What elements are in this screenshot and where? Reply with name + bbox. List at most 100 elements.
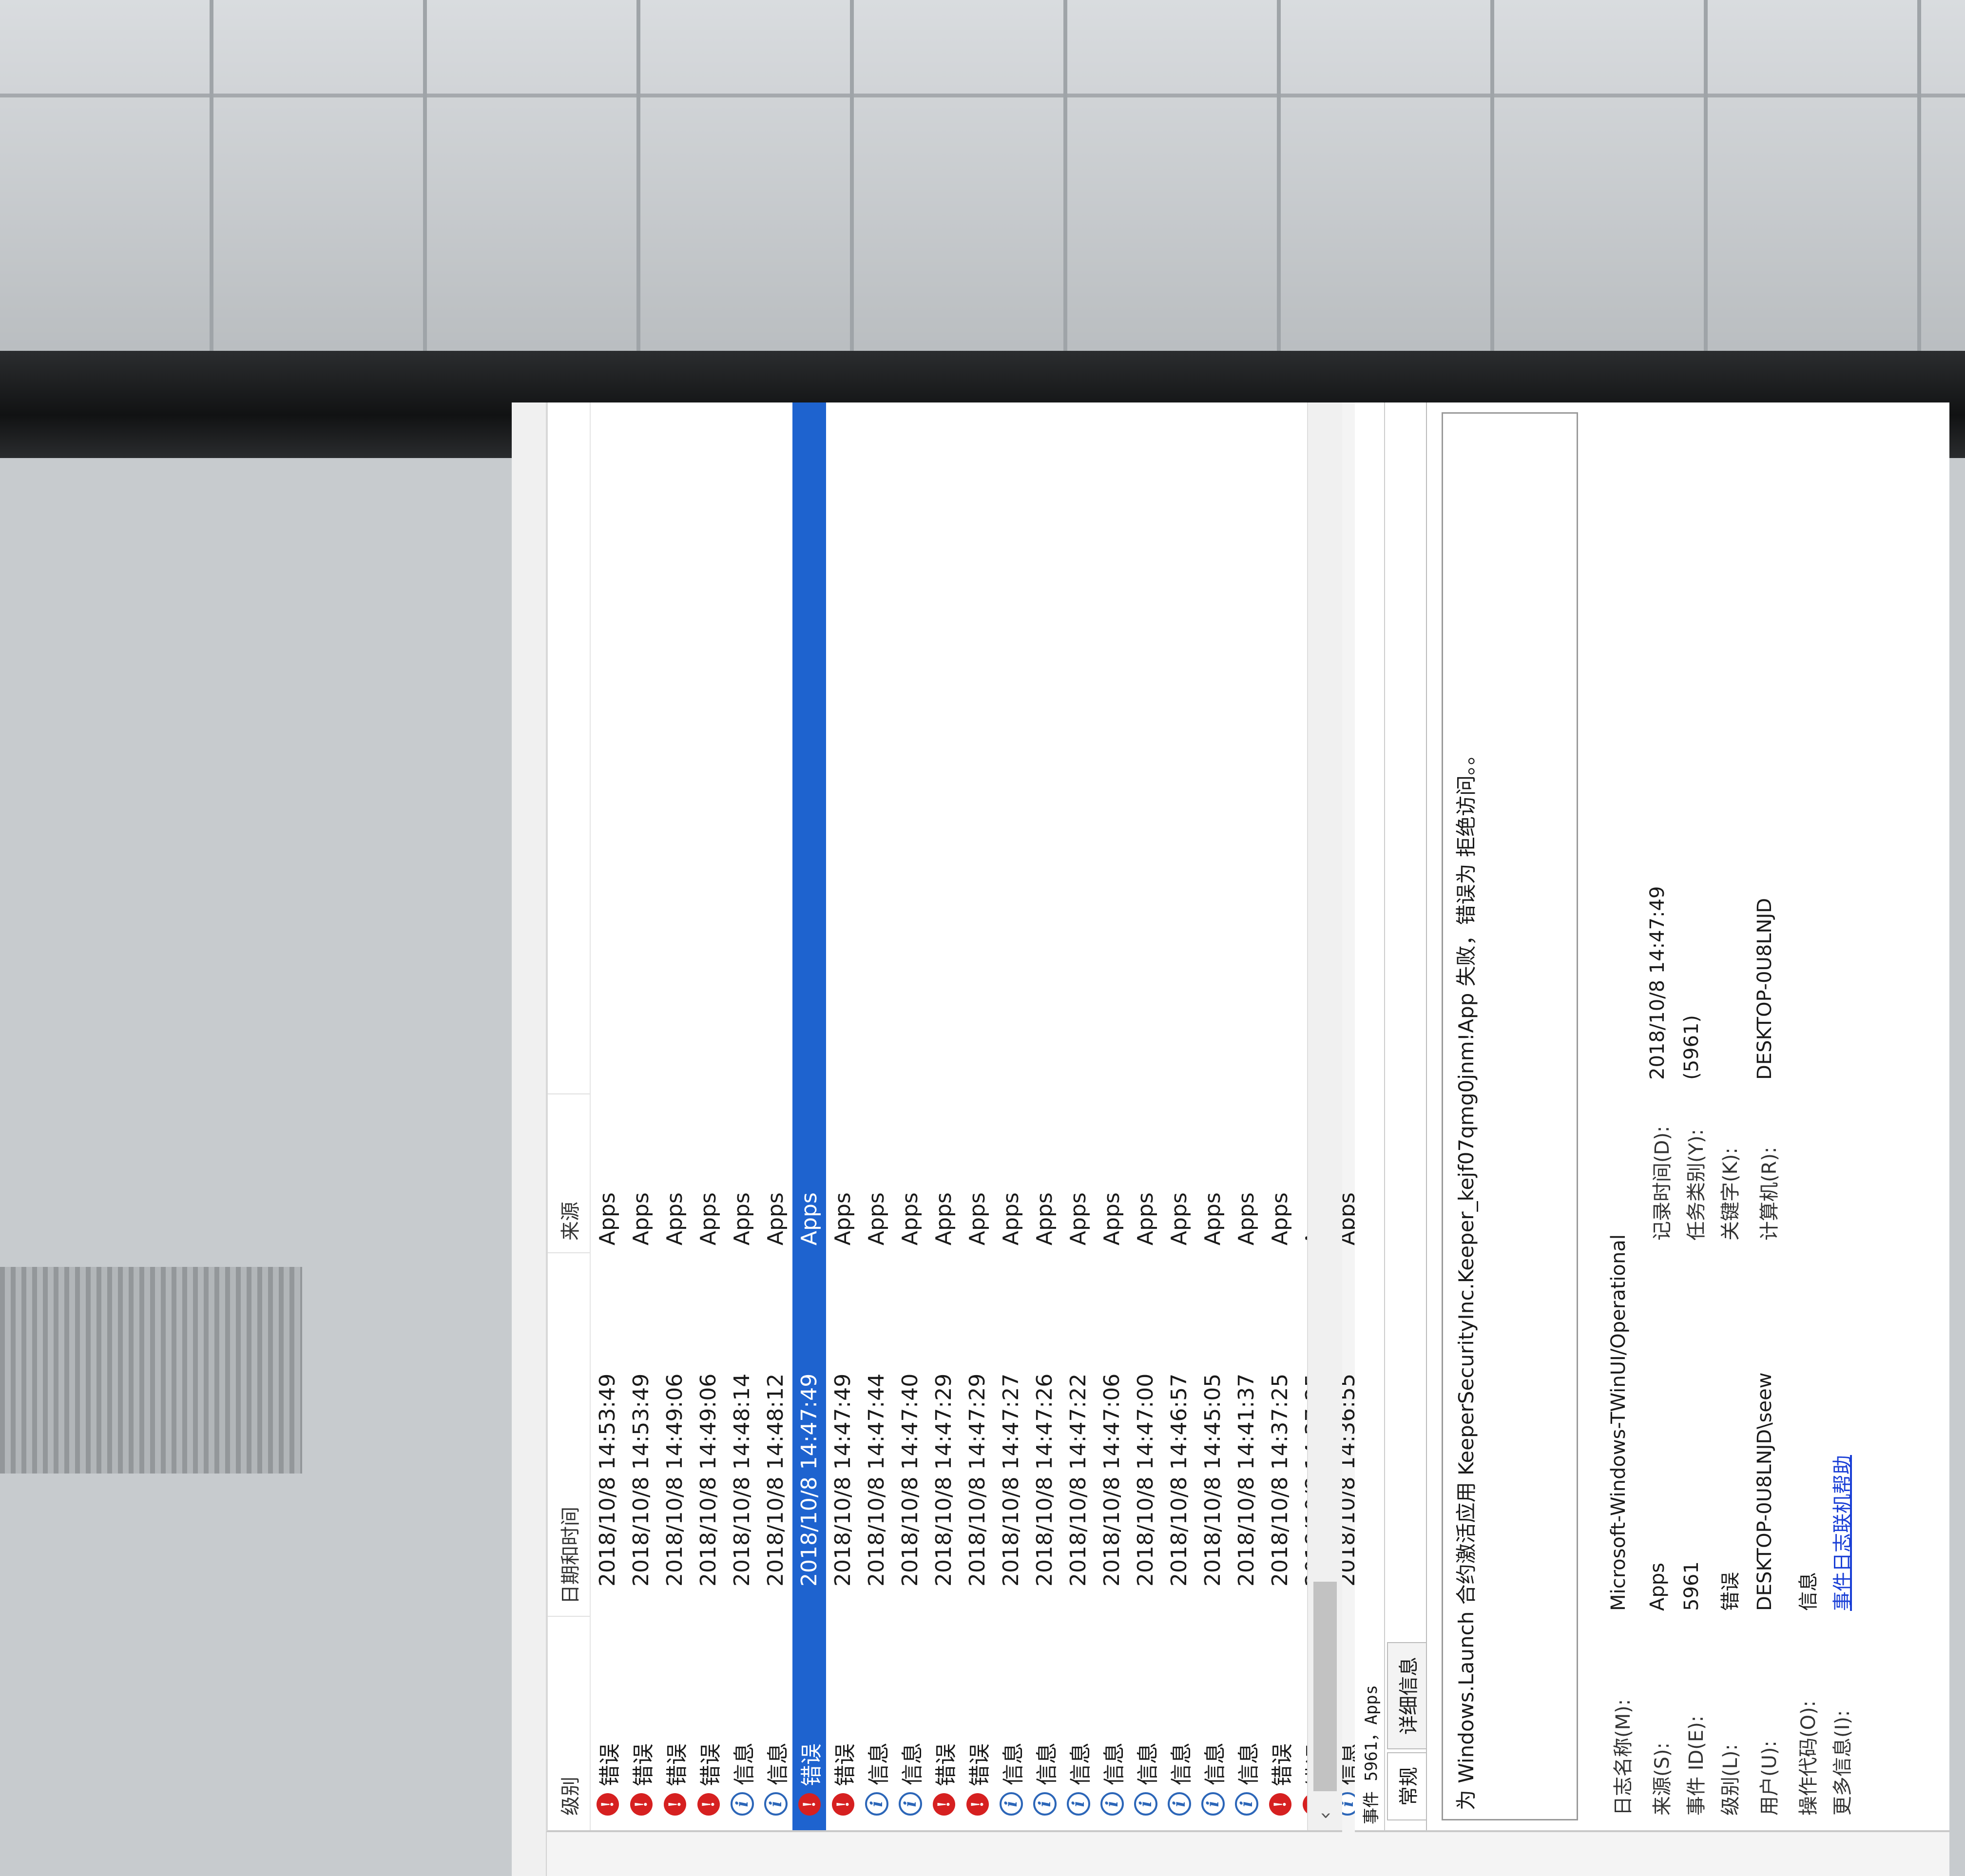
column-header-level[interactable]: 级别 bbox=[548, 1616, 590, 1830]
prop-logged-label: 记录时间(D): bbox=[1651, 1126, 1674, 1241]
event-row[interactable]: ! 错误 2018/10/8 14:53:49 Apps bbox=[624, 402, 658, 1830]
info-icon: i bbox=[865, 1792, 888, 1816]
prop-source-value: Apps bbox=[1646, 1563, 1669, 1611]
event-level-cell: ! 错误 bbox=[626, 1616, 657, 1830]
prop-event-id-value: 5961 bbox=[1680, 1561, 1703, 1611]
event-row[interactable]: ! 错误 2018/10/8 14:49:06 Apps bbox=[692, 402, 725, 1830]
prop-more-info: 更多信息(I): 事件日志联机帮助 bbox=[1827, 1455, 1855, 1816]
event-source-cell: Apps bbox=[1133, 1192, 1158, 1245]
event-source-cell: Apps bbox=[1099, 1192, 1124, 1245]
event-datetime-cell: 2018/10/8 14:53:49 bbox=[595, 1373, 620, 1587]
prop-user-value: DESKTOP-0U8LNJD\seew bbox=[1753, 1372, 1776, 1611]
event-detail-pane: 事件 5961，Apps 常规 详细信息 为 Windows.Launch 合约… bbox=[1355, 402, 1949, 1832]
prop-user-label: 用户(U): bbox=[1758, 1741, 1781, 1816]
prop-log-name-label: 日志名称(M): bbox=[1612, 1699, 1635, 1816]
info-icon: i bbox=[1167, 1792, 1191, 1816]
event-level-cell: i 信息 bbox=[1063, 1616, 1094, 1830]
event-source-cell: Apps bbox=[1167, 1192, 1192, 1245]
event-datetime-cell: 2018/10/8 14:45:05 bbox=[1200, 1373, 1225, 1587]
event-row[interactable]: i 信息 2018/10/8 14:47:26 Apps bbox=[1028, 402, 1061, 1830]
column-header-source[interactable]: 来源 bbox=[548, 1093, 590, 1252]
prop-source: 来源(S): Apps bbox=[1646, 1563, 1675, 1816]
event-datetime-cell: 2018/10/8 14:53:49 bbox=[629, 1373, 654, 1587]
info-icon: i bbox=[1234, 1792, 1258, 1816]
prop-computer-value: DESKTOP-0U8LNJD bbox=[1753, 898, 1776, 1080]
info-icon: i bbox=[1100, 1792, 1124, 1816]
event-row[interactable]: i 信息 2018/10/8 14:47:40 Apps bbox=[893, 402, 927, 1830]
prop-opcode-label: 操作代码(O): bbox=[1797, 1700, 1820, 1816]
event-level-label: 信息 bbox=[866, 1742, 891, 1785]
event-level-label: 错误 bbox=[597, 1743, 622, 1786]
event-row[interactable]: ! 错误 2018/10/8 14:53:49 Apps bbox=[591, 402, 624, 1830]
info-icon: i bbox=[730, 1792, 754, 1816]
event-level-cell: i 信息 bbox=[1231, 1616, 1262, 1830]
prop-log-name: 日志名称(M): Microsoft-Windows-TWinUI/Operat… bbox=[1607, 1234, 1636, 1816]
event-message: 为 Windows.Launch 合约激活应用 KeeperSecurityIn… bbox=[1442, 412, 1578, 1820]
event-datetime-cell: 2018/10/8 14:37:25 bbox=[1268, 1373, 1292, 1587]
info-icon: i bbox=[764, 1792, 788, 1816]
event-row[interactable]: i 信息 2018/10/8 14:41:37 Apps bbox=[1230, 402, 1263, 1830]
event-level-label: 错误 bbox=[832, 1743, 858, 1786]
event-datetime-cell: 2018/10/8 14:49:06 bbox=[662, 1373, 687, 1587]
prop-user: 用户(U): DESKTOP-0U8LNJD\seew bbox=[1753, 1373, 1782, 1816]
prop-opcode-value: 信息 bbox=[1797, 1572, 1820, 1611]
prop-logged: 记录时间(D): 2018/10/8 14:47:49 bbox=[1646, 886, 1675, 1241]
event-level-label: 错误 bbox=[664, 1743, 690, 1786]
event-row[interactable]: ! 错误 2018/10/8 14:47:49 Apps bbox=[826, 402, 860, 1830]
event-row[interactable]: ! 错误 2018/10/8 14:47:49 Apps bbox=[792, 402, 826, 1830]
tab-details[interactable]: 详细信息 bbox=[1387, 1642, 1426, 1749]
prop-event-id-label: 事件 ID(E): bbox=[1685, 1715, 1708, 1816]
event-datetime-cell: 2018/10/8 14:49:06 bbox=[696, 1373, 721, 1587]
detail-tabs: 常规 详细信息 bbox=[1385, 402, 1427, 1830]
event-level-cell: ! 错误 bbox=[794, 1616, 825, 1830]
event-level-cell: i 信息 bbox=[1097, 1616, 1128, 1830]
error-icon: ! bbox=[798, 1793, 821, 1816]
event-row[interactable]: i 信息 2018/10/8 14:48:14 Apps bbox=[725, 402, 759, 1830]
event-row[interactable]: i 信息 2018/10/8 14:45:05 Apps bbox=[1196, 402, 1230, 1830]
column-header-datetime[interactable]: 日期和时间 bbox=[548, 1252, 590, 1616]
event-level-label: 信息 bbox=[900, 1742, 925, 1785]
info-icon: i bbox=[1066, 1792, 1090, 1816]
event-datetime-cell: 2018/10/8 14:47:49 bbox=[830, 1373, 855, 1587]
event-source-cell: Apps bbox=[662, 1192, 687, 1245]
event-level-label: 信息 bbox=[1068, 1742, 1093, 1785]
event-row[interactable]: ! 错误 2018/10/8 14:49:06 Apps bbox=[658, 402, 692, 1830]
event-datetime-cell: 2018/10/8 14:47:00 bbox=[1133, 1373, 1158, 1587]
scrollbar-thumb[interactable] bbox=[1313, 1582, 1337, 1791]
info-icon: i bbox=[1201, 1792, 1225, 1816]
help-link[interactable]: 事件日志联机帮助 bbox=[1827, 1455, 1855, 1611]
event-row[interactable]: i 信息 2018/10/8 14:47:00 Apps bbox=[1129, 402, 1162, 1830]
prop-keywords: 关键字(K): bbox=[1715, 1148, 1743, 1241]
event-datetime-cell: 2018/10/8 14:47:40 bbox=[898, 1373, 923, 1587]
error-icon: ! bbox=[663, 1793, 686, 1816]
error-icon: ! bbox=[966, 1793, 989, 1816]
event-level-label: 信息 bbox=[765, 1742, 790, 1785]
event-row[interactable]: i 信息 2018/10/8 14:47:44 Apps bbox=[860, 402, 893, 1830]
tab-general[interactable]: 常规 bbox=[1387, 1752, 1426, 1820]
event-row[interactable]: ! 错误 2018/10/8 14:37:25 Apps bbox=[1263, 402, 1297, 1830]
event-row[interactable]: ! 错误 2018/10/8 14:47:29 Apps bbox=[961, 402, 994, 1830]
prop-log-name-value: Microsoft-Windows-TWinUI/Operational bbox=[1607, 1234, 1630, 1611]
error-icon: ! bbox=[1269, 1793, 1291, 1816]
event-source-cell: Apps bbox=[1032, 1192, 1057, 1245]
prop-event-id: 事件 ID(E): 5961 bbox=[1680, 1561, 1709, 1816]
event-source-cell: Apps bbox=[1066, 1192, 1091, 1245]
event-level-cell: i 信息 bbox=[1197, 1616, 1229, 1830]
event-row[interactable]: ! 错误 2018/10/8 14:47:29 Apps bbox=[927, 402, 961, 1830]
horizontal-scrollbar[interactable]: ‹ bbox=[1307, 402, 1342, 1830]
event-source-cell: Apps bbox=[999, 1192, 1023, 1245]
error-icon: ! bbox=[596, 1793, 619, 1816]
event-list-pane: 级别 日期和时间 来源 ! 错误 2018/10/8 14:53:49 Apps! 错误… bbox=[546, 402, 1396, 1832]
event-row[interactable]: i 信息 2018/10/8 14:47:06 Apps bbox=[1095, 402, 1129, 1830]
event-level-cell: ! 错误 bbox=[828, 1616, 859, 1830]
event-level-label: 信息 bbox=[1169, 1742, 1194, 1785]
event-row[interactable]: i 信息 2018/10/8 14:47:22 Apps bbox=[1061, 402, 1095, 1830]
event-row[interactable]: i 信息 2018/10/8 14:46:57 Apps bbox=[1162, 402, 1196, 1830]
prop-opcode: 操作代码(O): 信息 bbox=[1792, 1572, 1821, 1816]
event-level-label: 错误 bbox=[698, 1743, 723, 1786]
event-source-cell: Apps bbox=[1268, 1192, 1292, 1245]
scroll-left-arrow-icon[interactable]: ‹ bbox=[1314, 1801, 1336, 1830]
event-row[interactable]: i 信息 2018/10/8 14:47:27 Apps bbox=[994, 402, 1028, 1830]
event-row[interactable]: i 信息 2018/10/8 14:48:12 Apps bbox=[759, 402, 792, 1830]
event-source-cell: Apps bbox=[864, 1192, 889, 1245]
